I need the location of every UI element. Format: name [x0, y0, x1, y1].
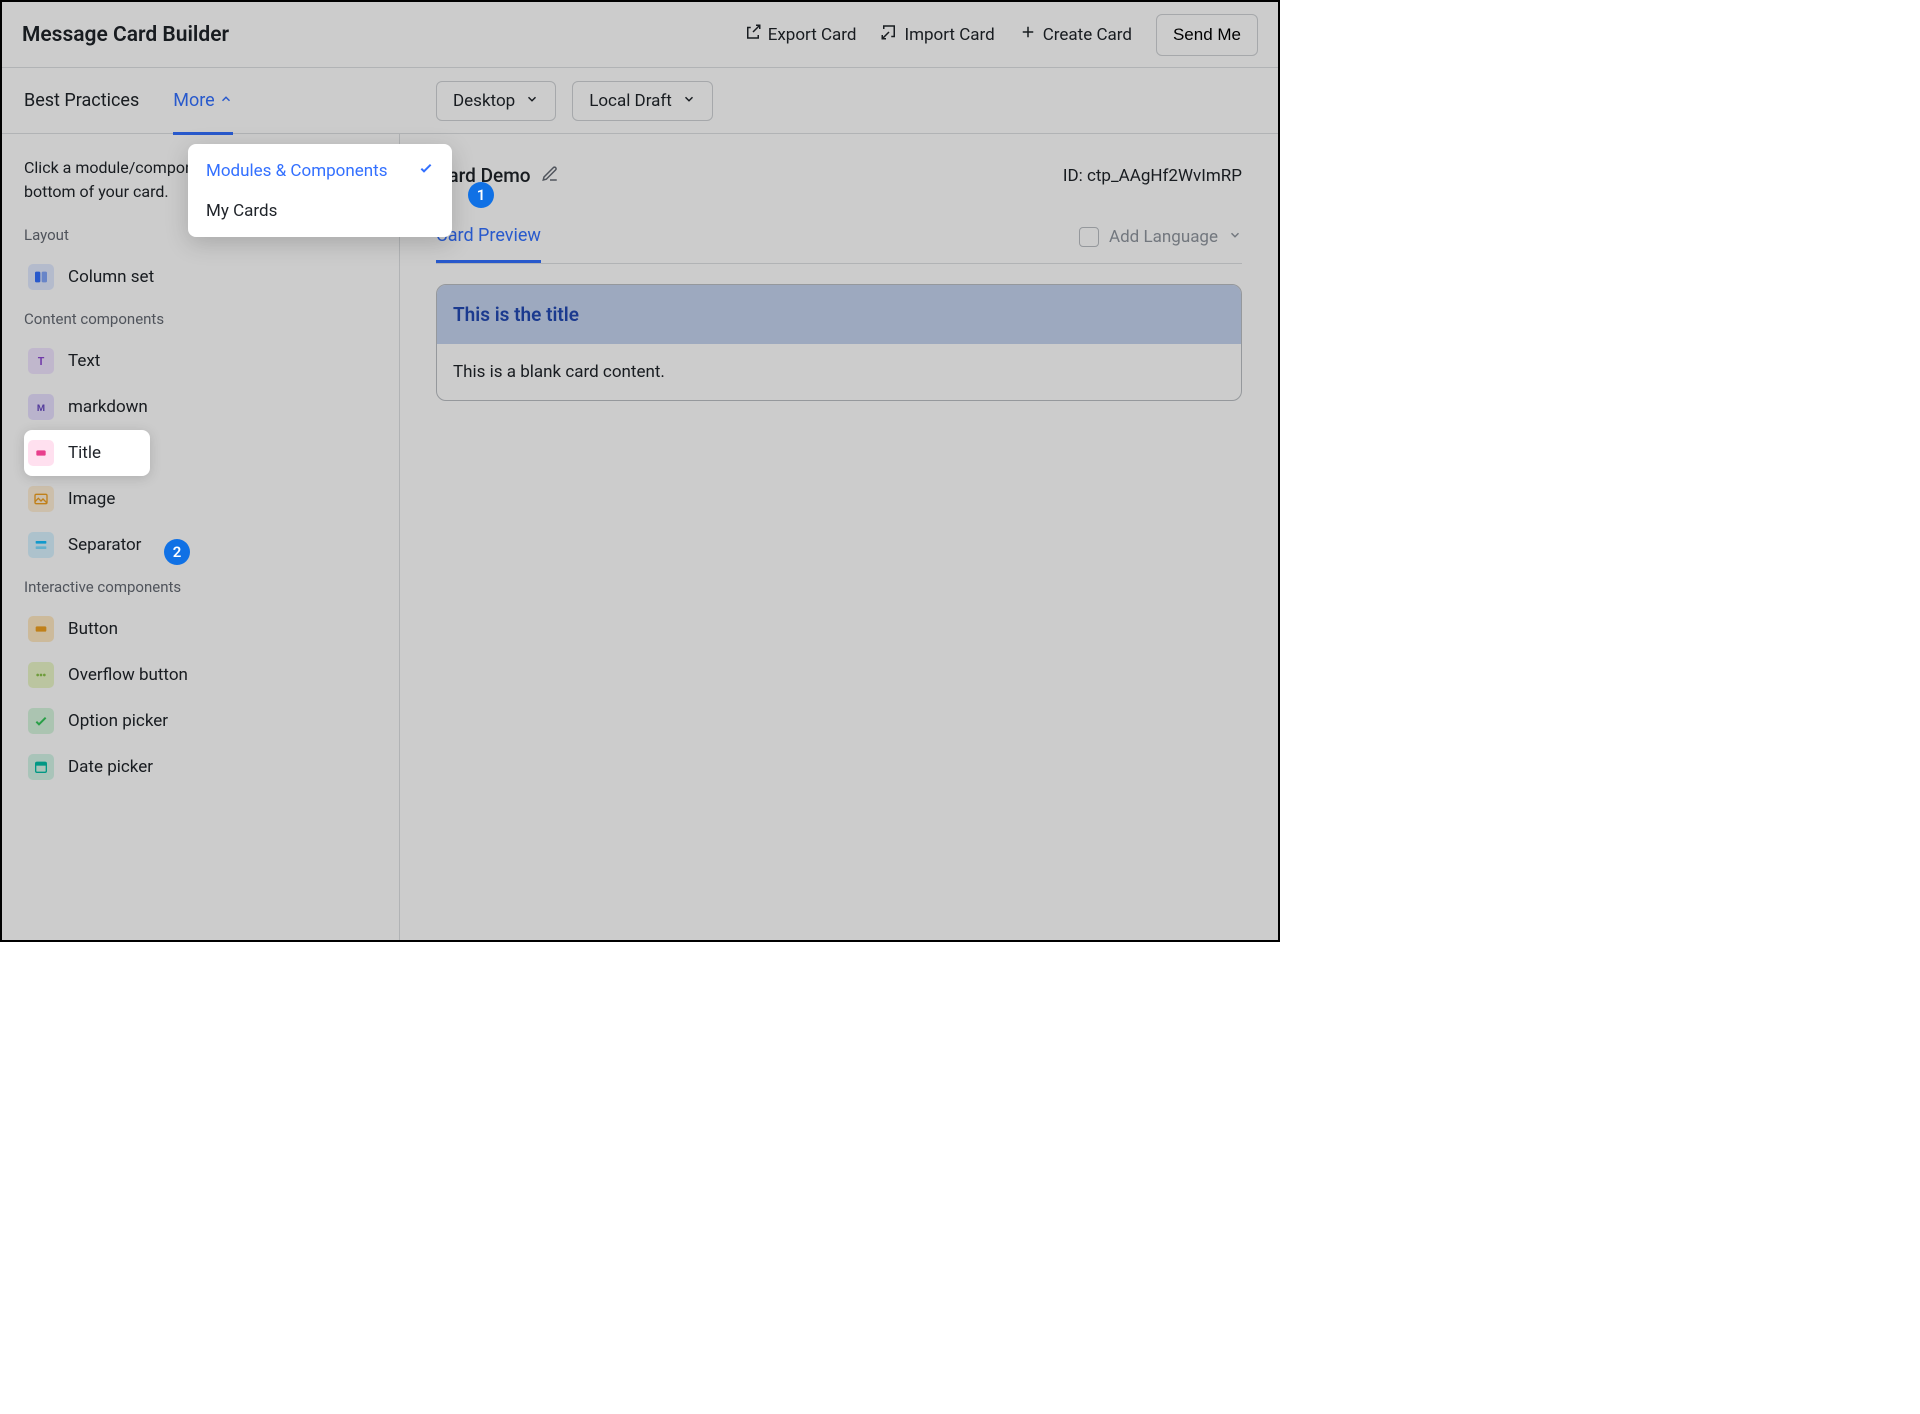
component-overflow-button[interactable]: Overflow button [24, 652, 377, 698]
main-panel: Card Demo ID: ctp_AAgHf2WvImRP Card Prev… [400, 134, 1278, 940]
step-badge-1: 1 [468, 182, 494, 208]
card-preview-header[interactable]: This is the title [437, 285, 1241, 344]
tab-more-label: More [173, 90, 214, 111]
component-title[interactable]: Title [24, 430, 150, 476]
preview-header: Card Preview Add Language [436, 211, 1242, 264]
component-image[interactable]: Image [24, 476, 377, 522]
export-icon [744, 23, 762, 46]
edit-icon[interactable] [541, 165, 559, 187]
card-title-wrap: Card Demo [436, 164, 559, 187]
draft-selector[interactable]: Local Draft [572, 81, 713, 121]
plus-icon [1019, 23, 1037, 46]
component-label: Image [68, 489, 115, 509]
sidebar-tabs: Best Practices More [2, 68, 400, 133]
overflow-icon [28, 662, 54, 688]
component-label: Button [68, 619, 118, 639]
device-label: Desktop [453, 91, 515, 111]
tab-best-practices[interactable]: Best Practices [24, 68, 139, 134]
component-text[interactable]: T Text [24, 338, 377, 384]
import-card-button[interactable]: Import Card [880, 23, 994, 46]
image-icon [28, 486, 54, 512]
send-me-button[interactable]: Send Me [1156, 14, 1258, 56]
more-dropdown-menu: Modules & Components My Cards [188, 144, 452, 237]
markdown-icon: M [28, 394, 54, 420]
component-button[interactable]: Button [24, 606, 377, 652]
device-selector[interactable]: Desktop [436, 81, 556, 121]
chevron-down-icon [682, 91, 696, 111]
date-picker-icon [28, 754, 54, 780]
component-markdown[interactable]: M markdown [24, 384, 377, 430]
component-label: Text [68, 351, 100, 371]
svg-text:T: T [38, 355, 45, 368]
component-label: Title [68, 443, 101, 463]
app-title: Message Card Builder [22, 23, 229, 47]
header-actions: Export Card Import Card Create Card Send… [744, 14, 1258, 56]
component-label: Column set [68, 267, 154, 287]
component-label: Date picker [68, 757, 153, 777]
component-label: markdown [68, 397, 148, 417]
section-content-title: Content components [24, 310, 377, 328]
chevron-up-icon [219, 90, 233, 111]
title-icon [28, 440, 54, 466]
component-option-picker[interactable]: Option picker [24, 698, 377, 744]
import-label: Import Card [904, 25, 994, 45]
column-set-icon [28, 264, 54, 290]
create-card-button[interactable]: Create Card [1019, 23, 1132, 46]
button-icon [28, 616, 54, 642]
preview-controls: Desktop Local Draft [400, 68, 1278, 133]
export-card-button[interactable]: Export Card [744, 23, 857, 46]
menu-item-modules-components[interactable]: Modules & Components [194, 150, 446, 191]
component-label: Separator [68, 535, 141, 555]
draft-label: Local Draft [589, 91, 672, 111]
import-icon [880, 23, 898, 46]
card-preview-body[interactable]: This is a blank card content. [437, 344, 1241, 400]
card-preview: This is the title This is a blank card c… [436, 284, 1242, 401]
card-id: ID: ctp_AAgHf2WvImRP [1063, 166, 1242, 186]
components-sidebar: Click a module/component to add it to th… [2, 134, 400, 940]
separator-icon [28, 532, 54, 558]
add-language-control[interactable]: Add Language [1079, 227, 1242, 247]
text-icon: T [28, 348, 54, 374]
menu-item-label: My Cards [206, 201, 277, 221]
create-label: Create Card [1043, 25, 1132, 45]
card-preview-title: This is the title [453, 303, 1225, 326]
step-badge-2: 2 [164, 539, 190, 565]
component-separator[interactable]: Separator [24, 522, 377, 568]
svg-text:M: M [37, 403, 45, 414]
component-label: Overflow button [68, 665, 188, 685]
section-interactive-title: Interactive components [24, 578, 377, 596]
menu-item-label: Modules & Components [206, 161, 387, 181]
check-icon [418, 160, 434, 181]
component-column-set[interactable]: Column set [24, 254, 377, 300]
component-date-picker[interactable]: Date picker [24, 744, 377, 790]
chevron-down-icon [525, 91, 539, 111]
card-meta-row: Card Demo ID: ctp_AAgHf2WvImRP [436, 164, 1242, 187]
add-language-checkbox[interactable] [1079, 227, 1099, 247]
app-header: Message Card Builder Export Card Import … [2, 2, 1278, 68]
add-language-label: Add Language [1109, 227, 1218, 247]
component-label: Option picker [68, 711, 168, 731]
content-area: Click a module/component to add it to th… [2, 134, 1278, 940]
option-picker-icon [28, 708, 54, 734]
menu-item-my-cards[interactable]: My Cards [194, 191, 446, 231]
export-label: Export Card [768, 25, 857, 45]
tab-more[interactable]: More [173, 68, 232, 134]
chevron-down-icon [1228, 227, 1242, 247]
tabs-bar: Best Practices More Desktop Local Draft [2, 68, 1278, 134]
